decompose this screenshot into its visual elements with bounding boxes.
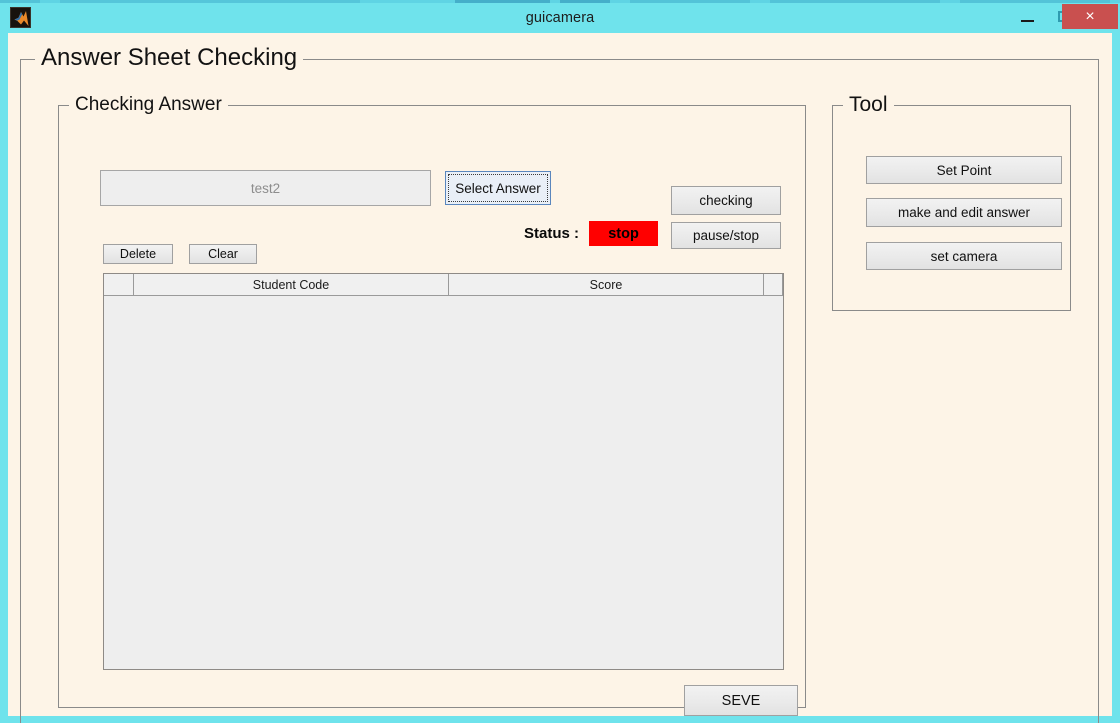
answer-sheet-checking-title: Answer Sheet Checking: [35, 44, 304, 72]
checking-answer-title: Checking Answer: [69, 94, 228, 116]
minimize-button[interactable]: [1010, 3, 1046, 30]
table-column-header-index[interactable]: [104, 274, 134, 296]
clear-button[interactable]: Clear: [189, 244, 257, 264]
make-and-edit-answer-button[interactable]: make and edit answer: [866, 198, 1062, 227]
minimize-icon: [1021, 20, 1034, 22]
set-camera-button[interactable]: set camera: [866, 242, 1062, 270]
title-bar: guicamera ×: [0, 3, 1120, 33]
answer-file-input[interactable]: test2: [100, 170, 431, 206]
close-icon: ×: [1085, 8, 1095, 25]
application-window: guicamera × Answer Sheet Checking Checki…: [0, 0, 1120, 723]
window-title: guicamera: [525, 10, 595, 26]
tool-title: Tool: [843, 93, 894, 117]
status-label: Status :: [524, 225, 580, 242]
table-column-header-student-code[interactable]: Student Code: [134, 274, 449, 296]
checking-button[interactable]: checking: [671, 186, 781, 215]
table-header-row: Student Code Score: [104, 274, 783, 296]
save-button[interactable]: SEVE: [684, 685, 798, 716]
select-answer-label: Select Answer: [448, 174, 548, 202]
table-column-header-score[interactable]: Score: [449, 274, 764, 296]
main-window: guicamera × Answer Sheet Checking Checki…: [0, 3, 1120, 723]
delete-button[interactable]: Delete: [103, 244, 173, 264]
close-button[interactable]: ×: [1062, 4, 1118, 29]
results-table[interactable]: Student Code Score: [103, 273, 784, 670]
status-badge: stop: [589, 221, 658, 246]
pause-stop-button[interactable]: pause/stop: [671, 222, 781, 249]
table-column-header-spacer: [764, 274, 783, 296]
select-answer-button[interactable]: Select Answer: [445, 171, 551, 205]
client-area: Answer Sheet Checking Checking Answer To…: [8, 33, 1112, 723]
set-point-button[interactable]: Set Point: [866, 156, 1062, 184]
table-body[interactable]: [104, 296, 783, 669]
